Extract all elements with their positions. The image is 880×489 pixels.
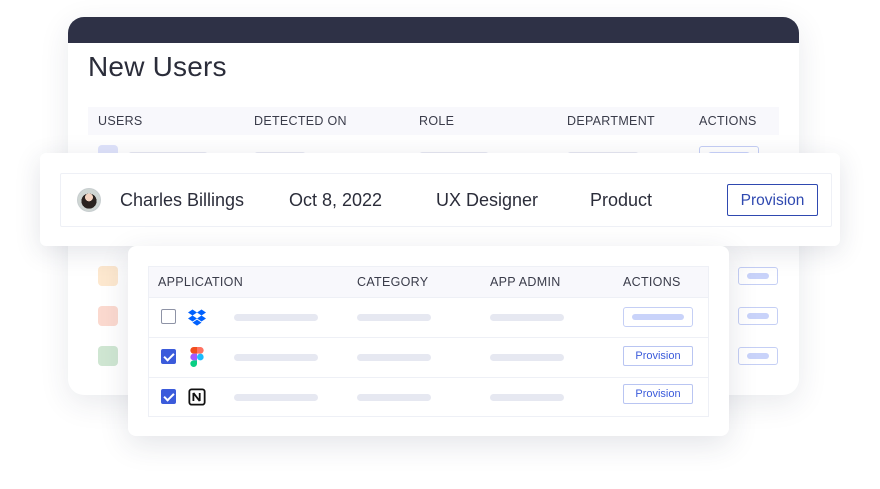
action-button-placeholder[interactable] xyxy=(623,307,693,327)
user-department: Product xyxy=(590,190,653,210)
text-placeholder xyxy=(357,314,431,321)
select-checkbox[interactable] xyxy=(161,309,176,324)
avatar xyxy=(77,188,101,212)
applications-table: APPLICATION CATEGORY APP ADMIN ACTIONS P… xyxy=(148,266,709,417)
provision-user-button[interactable]: Provision xyxy=(727,184,818,216)
select-checkbox[interactable] xyxy=(161,389,176,404)
text-placeholder xyxy=(234,314,318,321)
column-header-detected-on: DETECTED ON xyxy=(254,114,347,128)
column-header-role: ROLE xyxy=(419,114,455,128)
notion-icon xyxy=(188,388,206,406)
table-row[interactable]: Provision xyxy=(149,377,708,417)
user-role: UX Designer xyxy=(436,190,539,210)
provision-app-button[interactable]: Provision xyxy=(623,384,693,404)
action-button-placeholder[interactable] xyxy=(738,307,778,325)
dropbox-icon xyxy=(188,309,206,326)
text-placeholder xyxy=(357,394,431,401)
highlighted-user-card: Charles Billings Oct 8, 2022 UX Designer… xyxy=(40,153,840,246)
table-row[interactable]: Provision xyxy=(149,337,708,377)
text-placeholder xyxy=(490,314,564,321)
text-placeholder xyxy=(357,354,431,361)
panel-top-bar xyxy=(68,17,799,43)
select-checkbox[interactable] xyxy=(161,349,176,364)
user-avatar-placeholder xyxy=(98,346,118,366)
action-button-placeholder[interactable] xyxy=(738,267,778,285)
column-header-actions: ACTIONS xyxy=(699,114,757,128)
user-name: Charles Billings xyxy=(120,190,245,210)
text-placeholder xyxy=(490,394,564,401)
applications-panel: APPLICATION CATEGORY APP ADMIN ACTIONS P… xyxy=(128,246,729,436)
users-table-header: USERS DETECTED ON ROLE DEPARTMENT ACTION… xyxy=(88,107,779,135)
figma-icon xyxy=(190,347,204,367)
user-avatar-placeholder xyxy=(98,266,118,286)
provision-app-button[interactable]: Provision xyxy=(623,346,693,366)
applications-table-header: APPLICATION CATEGORY APP ADMIN ACTIONS xyxy=(149,267,708,297)
column-header-category: CATEGORY xyxy=(357,275,429,289)
text-placeholder xyxy=(490,354,564,361)
action-button-placeholder[interactable] xyxy=(738,347,778,365)
column-header-application: APPLICATION xyxy=(158,275,244,289)
column-header-users: USERS xyxy=(98,114,143,128)
detected-on-date: Oct 8, 2022 xyxy=(289,190,383,210)
column-header-app-admin: APP ADMIN xyxy=(490,275,561,289)
table-row[interactable] xyxy=(149,297,708,337)
page-title: New Users xyxy=(88,51,227,82)
text-placeholder xyxy=(234,394,318,401)
text-placeholder xyxy=(234,354,318,361)
column-header-department: DEPARTMENT xyxy=(567,114,655,128)
user-row[interactable]: Charles Billings Oct 8, 2022 UX Designer… xyxy=(60,173,832,227)
column-header-actions: ACTIONS xyxy=(623,275,681,289)
user-avatar-placeholder xyxy=(98,306,118,326)
